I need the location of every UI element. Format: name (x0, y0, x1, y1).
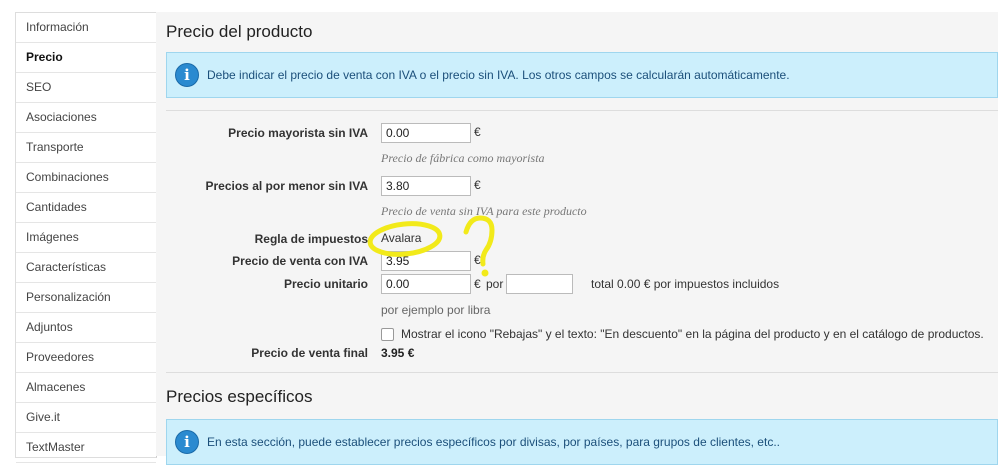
price-with-tax-label: Precio de venta con IVA (232, 254, 368, 268)
unit-price-input[interactable] (381, 274, 471, 294)
info-icon: i (175, 430, 199, 454)
wholesale-price-hint: Precio de fábrica como mayorista (381, 151, 545, 165)
on-sale-checkbox[interactable] (381, 328, 394, 341)
price-info-alert: i Debe indicar el precio de venta con IV… (166, 52, 998, 98)
tax-rule-label: Regla de impuestos (254, 232, 368, 246)
retail-price-input[interactable] (381, 176, 471, 196)
on-sale-label: Mostrar el icono "Rebajas" y el texto: "… (401, 327, 984, 341)
sidebar-item-giveit[interactable]: Give.it (16, 403, 156, 433)
sidebar-item-proveedores[interactable]: Proveedores (16, 343, 156, 373)
sidebar-item-transporte[interactable]: Transporte (16, 133, 156, 163)
sidebar-item-seo[interactable]: SEO (16, 73, 156, 103)
specific-prices-info-text: En esta sección, puede establecer precio… (207, 435, 780, 449)
sidebar-item-textmaster[interactable]: TextMaster (16, 433, 156, 463)
retail-price-label: Precios al por menor sin IVA (205, 179, 369, 193)
sidebar-item-cantidades[interactable]: Cantidades (16, 193, 156, 223)
sidebar-item-caracteristicas[interactable]: Características (16, 253, 156, 283)
sidebar-item-informacion[interactable]: Información (16, 13, 156, 43)
unit-price-unit-input[interactable] (506, 274, 573, 294)
section-divider (166, 372, 998, 373)
price-section-title: Precio del producto (166, 22, 313, 41)
sidebar-item-personalizacion[interactable]: Personalización (16, 283, 156, 313)
specific-prices-info-alert: i En esta sección, puede establecer prec… (166, 419, 998, 465)
sidebar-item-combinaciones[interactable]: Combinaciones (16, 163, 156, 193)
sidebar-item-asociaciones[interactable]: Asociaciones (16, 103, 156, 133)
product-price-panel: Precio del producto i Debe indicar el pr… (156, 12, 998, 465)
unit-price-total: total 0.00 € por impuestos incluidos (591, 277, 780, 291)
retail-price-hint: Precio de venta sin IVA para este produc… (381, 204, 587, 218)
tax-rule-value[interactable]: Avalara (381, 231, 421, 245)
section-divider (166, 110, 998, 111)
price-info-text: Debe indicar el precio de venta con IVA … (207, 68, 790, 82)
info-icon: i (175, 63, 199, 87)
unit-price-per-label: por (486, 277, 504, 291)
sidebar-item-adjuntos[interactable]: Adjuntos (16, 313, 156, 343)
sidebar-item-precio[interactable]: Precio (16, 43, 156, 73)
specific-prices-title: Precios específicos (166, 387, 313, 406)
wholesale-currency: € (474, 125, 481, 139)
unit-price-hint: por ejemplo por libra (381, 303, 491, 317)
wholesale-price-input[interactable] (381, 123, 471, 143)
final-price-label: Precio de venta final (251, 346, 368, 360)
retail-currency: € (474, 178, 481, 192)
final-price-value: 3.95 € (381, 346, 415, 360)
sidebar-item-imagenes[interactable]: Imágenes (16, 223, 156, 253)
wholesale-price-label: Precio mayorista sin IVA (228, 126, 368, 140)
price-with-tax-currency: € (474, 253, 481, 267)
price-with-tax-input[interactable] (381, 251, 471, 271)
sidebar-item-almacenes[interactable]: Almacenes (16, 373, 156, 403)
unit-price-label: Precio unitario (283, 277, 368, 291)
product-tabs-sidebar: Información Precio SEO Asociaciones Tran… (15, 12, 157, 463)
unit-price-currency: € (474, 277, 481, 291)
